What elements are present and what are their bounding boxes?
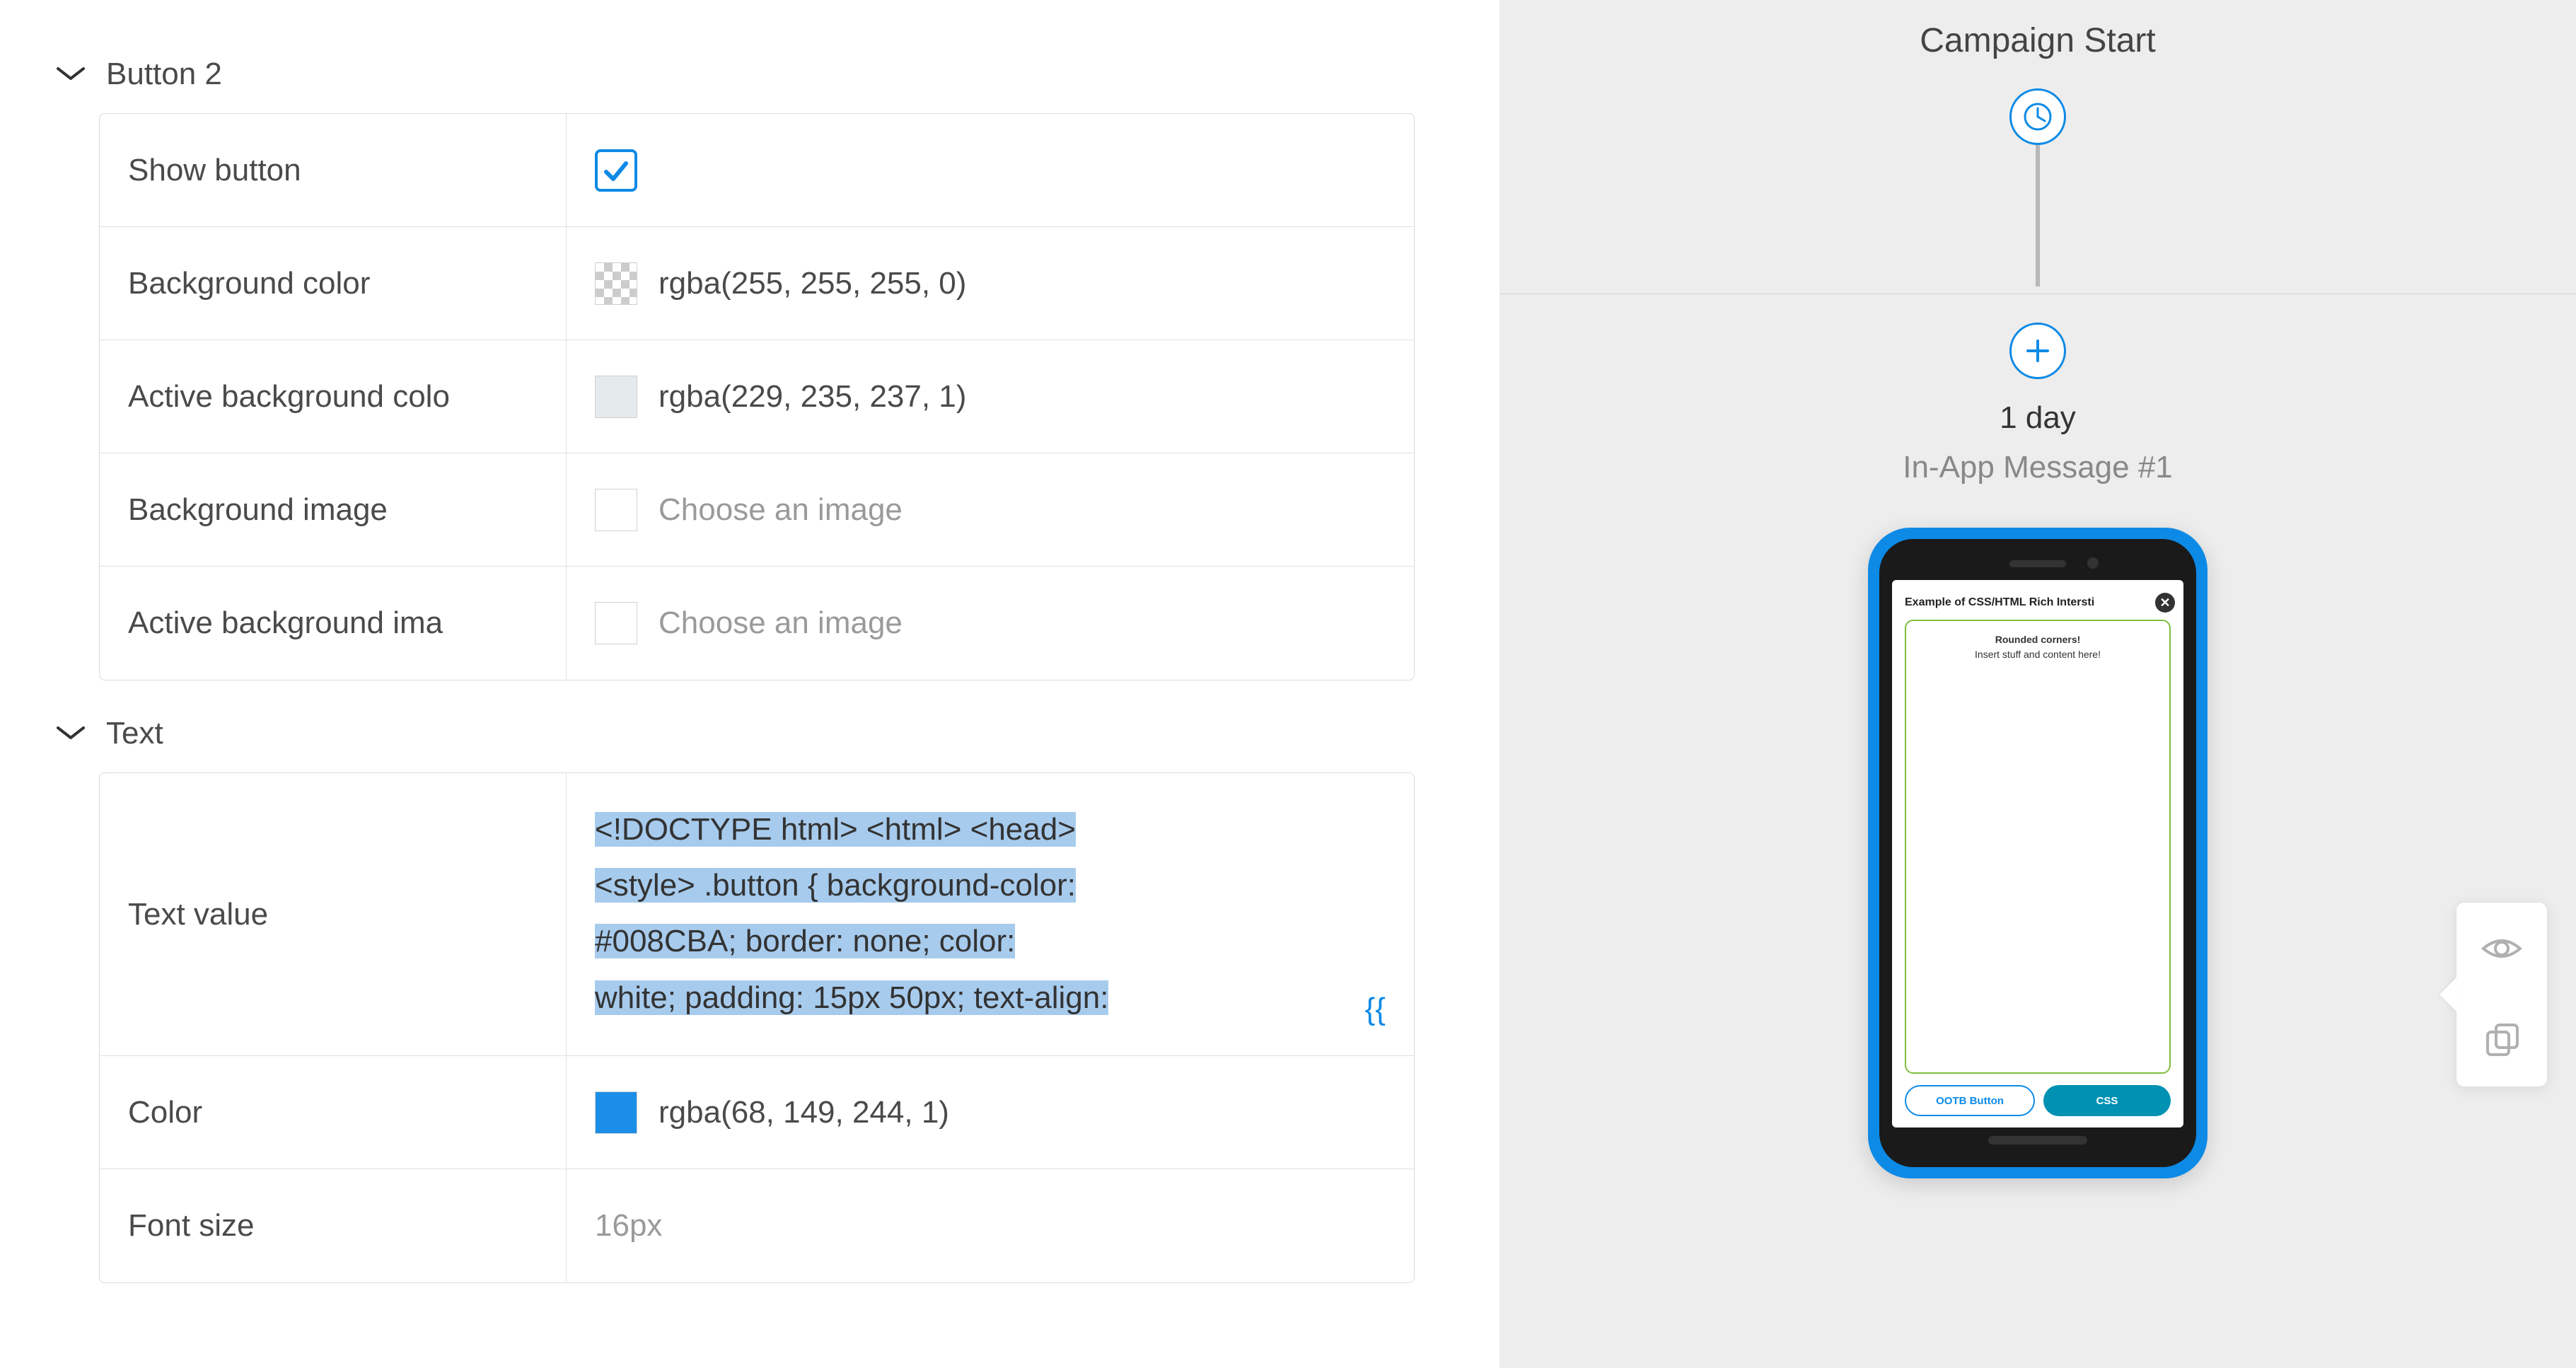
preview-button[interactable] [2456,903,2547,995]
color-value[interactable]: rgba(68, 149, 244, 1) [658,1095,949,1130]
eye-icon [2481,927,2523,970]
active-bgcolor-swatch[interactable] [595,376,637,418]
text-value-line2: <style> .button { background-color: [595,868,1076,903]
campaign-step: 1 day In-App Message #1 Example of CSS/H… [1499,323,2576,1178]
campaign-canvas: Campaign Start 1 day In-App Message #1 [1499,0,2576,1368]
body-line1: Rounded corners! [1912,632,2164,647]
row-show-button: Show button [100,114,1414,227]
active-bgimage-placeholder[interactable]: Choose an image [658,605,903,641]
delay-label: 1 day [2000,400,2076,436]
label-active-bgimage: Active background ima [100,567,567,680]
section-header-text[interactable]: Text [57,716,1415,751]
phone-home-indicator [1988,1136,2087,1144]
row-background-image: Background image Choose an image [100,453,1414,567]
floating-toolbar [2456,902,2548,1087]
bgcolor-value[interactable]: rgba(255, 255, 255, 0) [658,266,966,301]
toolbar-pointer [2439,978,2456,1011]
delay-node[interactable] [2009,88,2066,145]
body-line2: Insert stuff and content here! [1912,647,2164,662]
css-button[interactable]: CSS [2043,1085,2171,1116]
phone-speaker-row [1892,552,2183,580]
phone-speaker [2009,560,2066,567]
bgimage-swatch[interactable] [595,489,637,531]
active-bgimage-swatch[interactable] [595,602,637,644]
font-size-input[interactable]: 16px [595,1208,662,1244]
copy-button[interactable] [2456,995,2547,1086]
clock-icon [2022,101,2053,132]
modal-title: Example of CSS/HTML Rich Intersti [1905,596,2094,609]
active-bgcolor-value[interactable]: rgba(229, 235, 237, 1) [658,379,966,415]
phone-preview[interactable]: Example of CSS/HTML Rich Intersti ✕ Roun… [1868,528,2207,1178]
modal-body: Rounded corners! Insert stuff and conten… [1892,620,2183,1128]
merge-tag-button[interactable]: {{ [1365,992,1386,1027]
label-color: Color [100,1056,567,1169]
bgimage-placeholder[interactable]: Choose an image [658,492,903,528]
ootb-button[interactable]: OOTB Button [1905,1085,2035,1116]
text-value-line1: <!DOCTYPE html> <html> <head> [595,812,1076,847]
label-background-color: Background color [100,227,567,340]
section-title: Text [106,716,163,751]
campaign-start-title: Campaign Start [1499,21,2576,60]
row-active-background-image: Active background ima Choose an image [100,567,1414,680]
label-bgimage: Background image [100,453,567,566]
campaign-flow [1499,88,2576,286]
color-swatch[interactable] [595,1091,637,1134]
message-name-label: In-App Message #1 [1903,450,2173,485]
text-value-line3: #008CBA; border: none; color: [595,924,1015,958]
phone-home-row [1892,1133,2183,1147]
flow-connector [2036,145,2040,286]
chevron-down-icon [57,726,85,741]
section-title: Button 2 [106,57,222,92]
phone-camera [2087,557,2099,569]
row-color: Color rgba(68, 149, 244, 1) [100,1056,1414,1169]
button2-properties-table: Show button Background color rgba(255, 2… [99,113,1415,680]
phone-screen: Example of CSS/HTML Rich Intersti ✕ Roun… [1892,580,2183,1128]
bgcolor-swatch[interactable] [595,262,637,305]
row-background-color: Background color rgba(255, 255, 255, 0) [100,227,1414,340]
text-properties-table: Text value <!DOCTYPE html> <html> <head>… [99,772,1415,1283]
copy-icon [2481,1019,2523,1062]
phone-bezel: Example of CSS/HTML Rich Intersti ✕ Roun… [1879,539,2196,1167]
label-text-value: Text value [100,773,567,1055]
show-button-checkbox[interactable] [595,149,637,192]
text-value-editor[interactable]: <!DOCTYPE html> <html> <head> <style> .b… [567,773,1414,1055]
text-value-line4: white; padding: 15px 50px; text-align: [595,980,1108,1015]
row-text-value: Text value <!DOCTYPE html> <html> <head>… [100,773,1414,1056]
chevron-down-icon [57,67,85,81]
rounded-content-box: Rounded corners! Insert stuff and conten… [1905,620,2171,1074]
add-step-button[interactable] [2009,323,2066,379]
label-show-button: Show button [100,114,567,226]
row-active-background-color: Active background colo rgba(229, 235, 23… [100,340,1414,453]
plus-icon [2022,335,2053,366]
label-active-bgcolor: Active background colo [100,340,567,453]
properties-panel: Button 2 Show button Background color rg… [0,0,1499,1368]
section-header-button2[interactable]: Button 2 [57,57,1415,92]
row-font-size: Font size 16px [100,1169,1414,1282]
label-font-size: Font size [100,1169,567,1282]
modal-header: Example of CSS/HTML Rich Intersti ✕ [1892,580,2183,620]
modal-buttons: OOTB Button CSS [1905,1085,2171,1116]
close-icon[interactable]: ✕ [2155,593,2175,613]
